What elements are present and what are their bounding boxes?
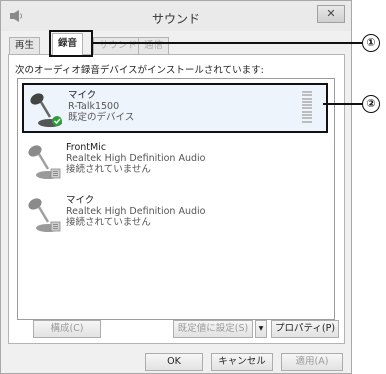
microphone-icon (30, 93, 62, 127)
device-text: マイク Realtek High Definition Audio 接続されてい… (66, 195, 205, 228)
device-detail: Realtek High Definition Audio (66, 153, 206, 164)
device-item-frontmic[interactable]: FrontMic Realtek High Definition Audio 接… (22, 137, 328, 187)
cancel-button[interactable]: キャンセル (211, 353, 273, 371)
device-item-mic-rtalk[interactable]: マイク R-Talk1500 既定のデバイス (22, 83, 328, 133)
properties-button[interactable]: プロパティ(P) (271, 320, 339, 338)
tab-communications[interactable]: 通信 (138, 37, 170, 54)
title-bar[interactable]: サウンド ✕ (1, 1, 351, 31)
device-text: FrontMic Realtek High Definition Audio 接… (66, 142, 205, 175)
microphone-icon (28, 145, 61, 179)
ok-button[interactable]: OK (145, 353, 203, 371)
callout-marker-2: ② (362, 95, 380, 113)
callout-marker-1: ① (362, 34, 380, 52)
set-default-button[interactable]: 既定値に設定(S) (173, 320, 253, 338)
close-button[interactable]: ✕ (317, 5, 345, 23)
device-status: 既定のデバイス (68, 112, 135, 123)
device-status: 接続されていません (66, 164, 151, 175)
callout-line-2 (323, 103, 363, 105)
device-detail: Realtek High Definition Audio (66, 206, 206, 217)
level-meter (302, 91, 312, 125)
set-default-dropdown-button[interactable]: ▾ (255, 320, 267, 338)
microphone-icon (28, 198, 61, 232)
callout-line-1 (92, 42, 362, 44)
window-title: サウンド (151, 12, 200, 26)
device-text: マイク R-Talk1500 既定のデバイス (68, 90, 134, 123)
apply-button[interactable]: 適用(A) (281, 353, 343, 371)
tab-playback[interactable]: 再生 (9, 37, 41, 54)
device-item-mic-realtek[interactable]: マイク Realtek High Definition Audio 接続されてい… (22, 190, 328, 240)
device-name: FrontMic (66, 142, 107, 153)
device-name: マイク (66, 195, 95, 206)
device-list[interactable]: マイク R-Talk1500 既定のデバイス FrontMic Realtek … (17, 78, 335, 320)
device-detail: R-Talk1500 (68, 101, 120, 112)
device-name: マイク (68, 90, 97, 101)
tab-recording[interactable]: 録音 (52, 33, 84, 55)
sound-dialog: サウンド ✕ 再生 録音 サウンド 通信 次のオーディオ録音デバイスがインストー… (0, 0, 352, 374)
tab-sounds[interactable]: サウンド (93, 37, 144, 54)
configure-button[interactable]: 構成(C) (33, 320, 101, 338)
recording-panel: 次のオーディオ録音デバイスがインストールされています: マイク R-Talk15… (8, 54, 345, 344)
device-status: 接続されていません (66, 217, 151, 228)
instruction-text: 次のオーディオ録音デバイスがインストールされています: (15, 65, 264, 76)
